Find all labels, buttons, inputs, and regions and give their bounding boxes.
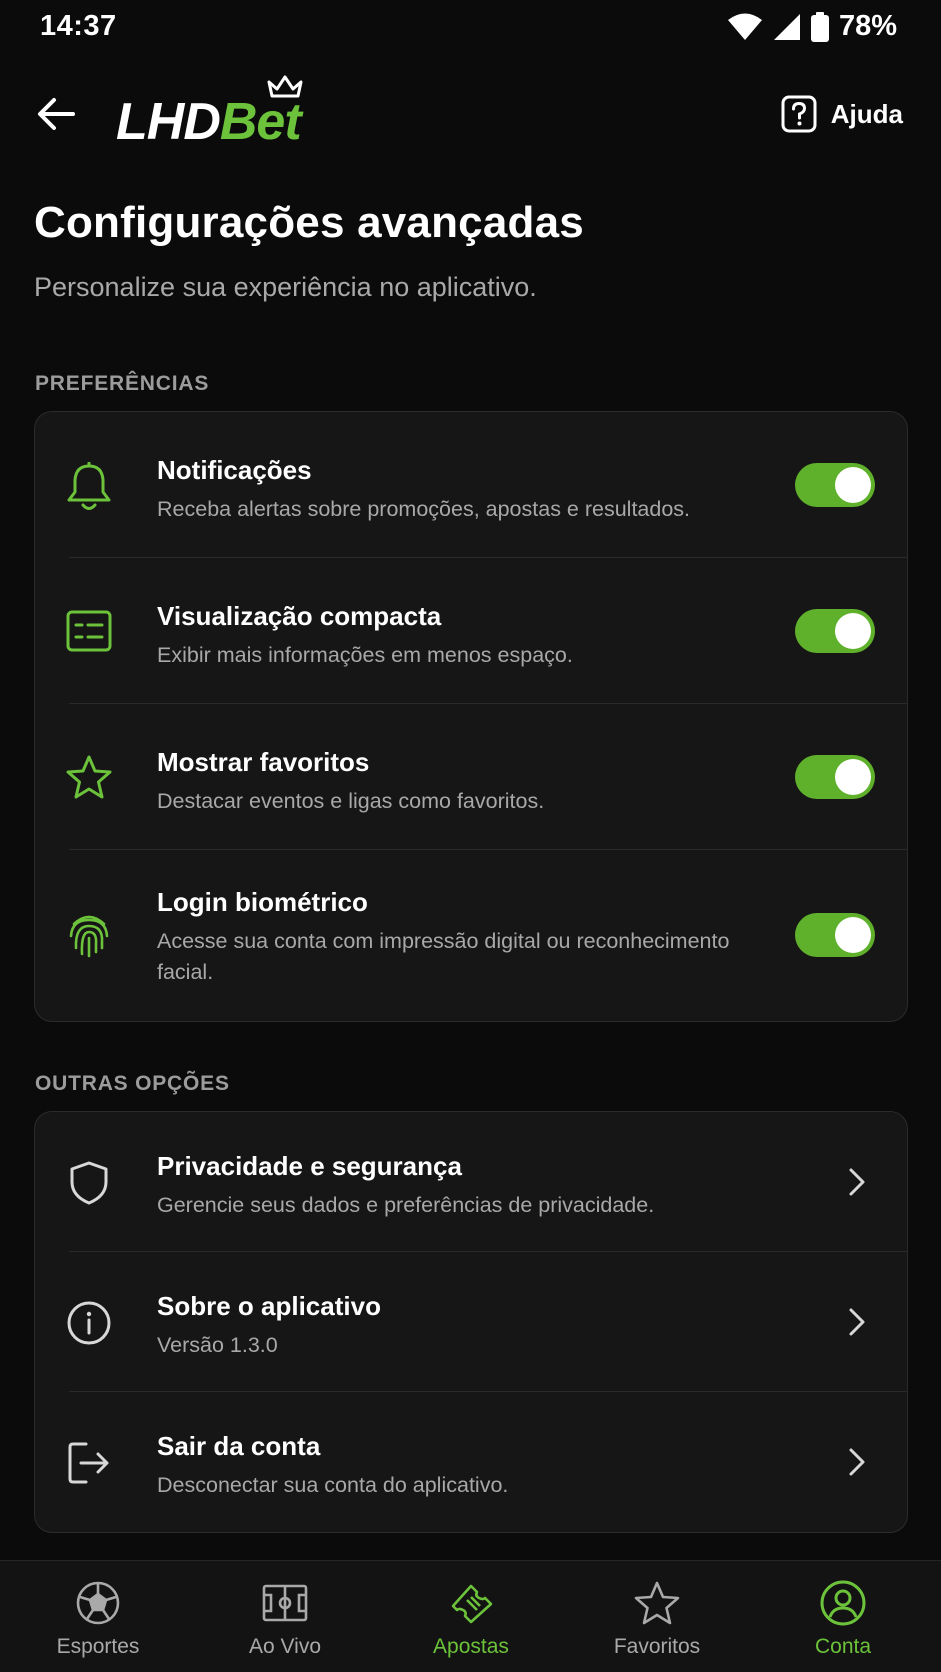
bell-icon [65,462,113,511]
notifications-toggle[interactable] [795,463,875,507]
bottom-nav: Esportes Ao Vivo Apostas Favoritos Conta [0,1560,941,1672]
option-row-logout[interactable]: Sair da conta Desconectar sua conta do a… [35,1392,907,1532]
row-title: Privacidade e segurança [157,1151,462,1181]
row-description: Destacar eventos e ligas como favoritos. [157,789,545,813]
chevron-right-icon [843,1162,871,1202]
row-description: Exibir mais informações em menos espaço. [157,643,573,667]
crown-icon [267,75,303,98]
nav-item-apostas[interactable]: Apostas [377,1561,565,1672]
row-title: Login biométrico [157,887,368,917]
help-label: Ajuda [830,98,903,129]
nav-label: Ao Vivo [249,1635,321,1658]
row-title: Notificações [157,455,312,485]
soccer-ball-icon [74,1579,122,1627]
status-bar: 14:37 78% [0,0,941,56]
star-icon [65,753,113,801]
battery-icon [810,11,829,42]
shield-icon [65,1159,113,1207]
logo-bet: Bet [219,93,302,151]
logout-icon [65,1439,113,1487]
account-icon [819,1579,867,1627]
compact-view-toggle[interactable] [795,609,875,653]
favorites-toggle[interactable] [795,755,875,799]
status-icons: 78% [727,10,897,43]
page-subtitle: Personalize sua experiência no aplicativ… [34,272,537,302]
option-row-about[interactable]: Sobre o aplicativo Versão 1.3.0 [35,1252,907,1392]
info-icon [65,1299,113,1347]
nav-label: Favoritos [613,1635,701,1658]
nav-label: Apostas [433,1635,509,1658]
row-title: Sair da conta [157,1431,321,1461]
toggle-knob [835,613,871,649]
wifi-icon [727,12,763,42]
chevron-right-icon [843,1302,871,1342]
preference-row-compact-view[interactable]: Visualização compacta Exibir mais inform… [35,558,907,704]
row-title: Mostrar favoritos [157,747,370,777]
page-title: Configurações avançadas [34,198,584,247]
preferences-card: Notificações Receba alertas sobre promoç… [34,411,908,1022]
row-description: Versão 1.3.0 [157,1333,278,1357]
nav-item-conta[interactable]: Conta [749,1561,937,1672]
status-time: 14:37 [40,10,117,42]
biometric-login-toggle[interactable] [795,913,875,957]
row-title: Visualização compacta [157,601,442,631]
field-icon [261,1579,309,1627]
back-button[interactable] [34,92,78,136]
other-options-card: Privacidade e segurança Gerencie seus da… [34,1111,908,1533]
help-icon [781,95,817,133]
logo-text: LHDBet [116,92,302,152]
toggle-knob [835,467,871,503]
settings-screen: 14:37 78% LHDBet Ajuda Configurações ava… [0,0,941,1672]
compact-list-icon [65,607,113,655]
row-description: Receba alertas sobre promoções, apostas … [157,497,691,521]
preference-row-notifications[interactable]: Notificações Receba alertas sobre promoç… [35,412,907,558]
row-description: Acesse sua conta com impressão digital o… [157,929,730,984]
signal-icon [773,12,801,42]
section-label-other-options: OUTRAS OPÇÕES [35,1072,230,1095]
help-button[interactable]: Ajuda [781,92,903,136]
nav-label: Conta [814,1635,872,1658]
nav-item-favoritos[interactable]: Favoritos [563,1561,751,1672]
option-row-privacy[interactable]: Privacidade e segurança Gerencie seus da… [35,1112,907,1252]
chevron-right-icon [843,1442,871,1482]
app-header: LHDBet Ajuda [0,68,941,160]
nav-item-ao-vivo[interactable]: Ao Vivo [191,1561,379,1672]
toggle-knob [835,917,871,953]
nav-item-esportes[interactable]: Esportes [4,1561,192,1672]
star-icon [633,1579,681,1627]
logo-lhd: LHD [116,93,221,151]
row-title: Sobre o aplicativo [157,1291,381,1321]
preference-row-biometric-login[interactable]: Login biométrico Acesse sua conta com im… [35,850,907,1021]
row-description: Desconectar sua conta do aplicativo. [157,1473,509,1497]
battery-percent: 78% [838,10,897,42]
arrow-left-icon [38,98,75,130]
ticket-icon [447,1579,495,1627]
toggle-knob [835,759,871,795]
row-description: Gerencie seus dados e preferências de pr… [157,1193,655,1217]
fingerprint-icon [65,912,113,960]
preference-row-show-favorites[interactable]: Mostrar favoritos Destacar eventos e lig… [35,704,907,850]
section-label-preferences: PREFERÊNCIAS [35,372,210,395]
nav-label: Esportes [56,1635,140,1658]
brand-logo: LHDBet [116,74,326,154]
